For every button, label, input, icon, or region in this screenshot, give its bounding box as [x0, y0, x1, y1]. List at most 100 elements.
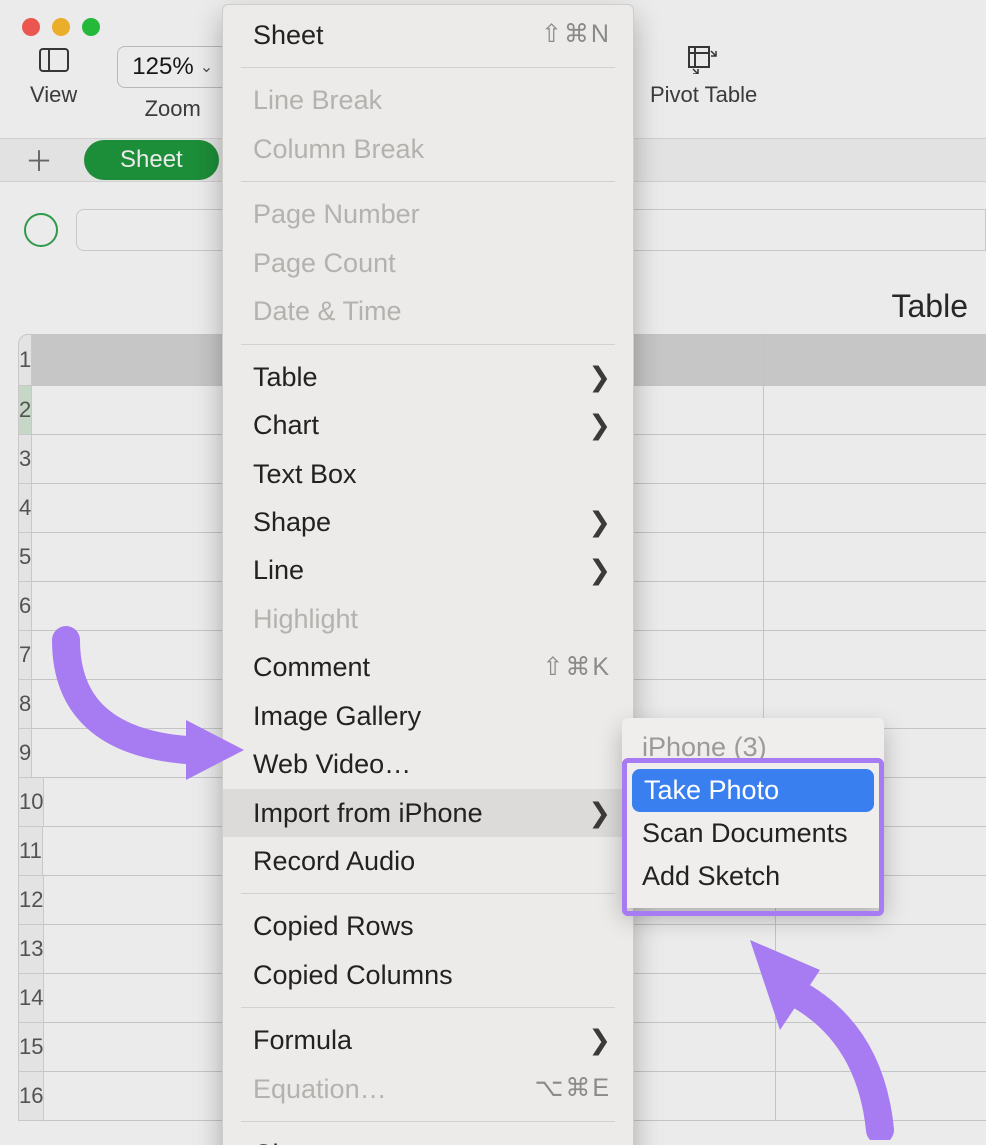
menu-separator — [241, 1007, 615, 1008]
view-icon — [38, 46, 70, 74]
row-header[interactable]: 2 — [18, 386, 32, 435]
menu-item-equation: Equation…⌥⌘E — [223, 1065, 633, 1113]
menu-item-label: Sheet — [253, 17, 324, 53]
row-header[interactable]: 1 — [18, 334, 32, 386]
menu-item-label: Copied Rows — [253, 908, 414, 944]
cell[interactable] — [764, 533, 986, 582]
menu-item-page-number: Page Number — [223, 190, 633, 238]
menu-item-label: Image Gallery — [253, 698, 421, 734]
menu-item-label: Choose… — [253, 1136, 373, 1145]
row-header[interactable]: 6 — [18, 582, 32, 631]
row-header[interactable]: 5 — [18, 533, 32, 582]
menu-item-label: Line — [253, 552, 304, 588]
menu-item-highlight: Highlight — [223, 595, 633, 643]
menu-item-line-break: Line Break — [223, 76, 633, 124]
menu-item-label: Copied Columns — [253, 957, 453, 993]
menu-item-chart[interactable]: Chart ❯ — [223, 401, 633, 449]
menu-item-sheet[interactable]: Sheet ⇧⌘N — [223, 11, 633, 59]
cell[interactable] — [776, 925, 986, 974]
cell[interactable] — [776, 1023, 986, 1072]
menu-item-line[interactable]: Line ❯ — [223, 546, 633, 594]
row-header[interactable]: 13 — [18, 925, 44, 974]
sheet-tab-label: Sheet — [120, 146, 183, 174]
zoom-value: 125% — [132, 53, 193, 81]
menu-item-label: Record Audio — [253, 843, 415, 879]
menu-item-column-break: Column Break — [223, 125, 633, 173]
row-header[interactable]: 3 — [18, 435, 32, 484]
row-header[interactable]: 12 — [18, 876, 44, 925]
submenu-item-add-sketch[interactable]: Add Sketch — [622, 855, 884, 898]
row-header[interactable]: 16 — [18, 1072, 44, 1121]
menu-item-copied-columns[interactable]: Copied Columns — [223, 951, 633, 999]
close-window-button[interactable] — [22, 18, 40, 36]
cell[interactable] — [764, 334, 986, 386]
menu-item-label: Table — [253, 359, 318, 395]
row-header[interactable]: 10 — [18, 778, 44, 827]
row-header[interactable]: 11 — [18, 827, 43, 876]
menu-item-text-box[interactable]: Text Box — [223, 450, 633, 498]
view-label: View — [30, 82, 77, 108]
row-header[interactable]: 7 — [18, 631, 32, 680]
zoom-window-button[interactable] — [82, 18, 100, 36]
chevron-right-icon: ❯ — [588, 552, 611, 588]
menu-item-shortcut: ⇧⌘K — [542, 651, 611, 685]
menu-item-label: Comment — [253, 649, 370, 685]
cell[interactable] — [776, 1072, 986, 1121]
menu-item-label: Formula — [253, 1022, 352, 1058]
minimize-window-button[interactable] — [52, 18, 70, 36]
import-from-iphone-submenu: iPhone (3)Take PhotoScan DocumentsAdd Sk… — [622, 718, 884, 908]
menu-item-date-time: Date & Time — [223, 287, 633, 335]
view-tool[interactable]: View — [30, 46, 77, 108]
menu-separator — [241, 893, 615, 894]
menu-item-image-gallery[interactable]: Image Gallery — [223, 692, 633, 740]
menu-item-label: Date & Time — [253, 293, 402, 329]
cell[interactable] — [776, 974, 986, 1023]
insert-menu: Sheet ⇧⌘N Line Break Column Break Page Numbe… — [222, 4, 634, 1145]
menu-separator — [241, 67, 615, 68]
menu-item-shortcut: ⇧⌘N — [541, 18, 611, 52]
menu-item-table[interactable]: Table ❯ — [223, 353, 633, 401]
row-header[interactable]: 8 — [18, 680, 32, 729]
menu-item-shape[interactable]: Shape ❯ — [223, 498, 633, 546]
submenu-item-scan-documents[interactable]: Scan Documents — [622, 812, 884, 855]
chevron-right-icon: ❯ — [588, 359, 611, 395]
table-title: Table — [892, 288, 969, 325]
row-header[interactable]: 4 — [18, 484, 32, 533]
menu-separator — [241, 344, 615, 345]
row-header[interactable]: 9 — [18, 729, 32, 778]
menu-item-label: Column Break — [253, 131, 424, 167]
menu-item-import-from-iphone[interactable]: Import from iPhone❯ — [223, 789, 633, 837]
menu-item-label: Text Box — [253, 456, 357, 492]
menu-item-label: Import from iPhone — [253, 795, 483, 831]
chevron-down-icon: ⌄ — [200, 57, 213, 77]
menu-item-copied-rows[interactable]: Copied Rows — [223, 902, 633, 950]
menu-item-label: Page Number — [253, 196, 420, 232]
zoom-select[interactable]: 125% ⌄ — [117, 46, 228, 88]
table-selector-button[interactable] — [24, 213, 58, 247]
menu-item-label: Line Break — [253, 82, 382, 118]
chevron-right-icon: ❯ — [588, 407, 611, 443]
cell[interactable] — [764, 582, 986, 631]
menu-item-web-video[interactable]: Web Video… — [223, 740, 633, 788]
menu-item-record-audio[interactable]: Record Audio — [223, 837, 633, 885]
cell[interactable] — [764, 435, 986, 484]
menu-item-page-count: Page Count — [223, 239, 633, 287]
row-header[interactable]: 15 — [18, 1023, 44, 1072]
chevron-right-icon: ❯ — [588, 1022, 611, 1058]
submenu-item-take-photo[interactable]: Take Photo — [632, 769, 874, 812]
cell[interactable] — [764, 386, 986, 435]
row-header[interactable]: 14 — [18, 974, 44, 1023]
sheet-tab[interactable]: Sheet — [84, 140, 219, 180]
menu-separator — [241, 1121, 615, 1122]
chevron-right-icon: ❯ — [588, 504, 611, 540]
menu-item-comment[interactable]: Comment ⇧⌘K — [223, 643, 633, 691]
window-traffic-lights — [22, 18, 100, 36]
cell[interactable] — [764, 484, 986, 533]
cell[interactable] — [764, 631, 986, 680]
menu-item-label: Chart — [253, 407, 319, 443]
menu-item-label: Shape — [253, 504, 331, 540]
add-sheet-button[interactable]: ＋ — [0, 140, 78, 180]
menu-item-formula[interactable]: Formula ❯ — [223, 1016, 633, 1064]
menu-item-label: Page Count — [253, 245, 396, 281]
menu-item-choose[interactable]: Choose… — [223, 1130, 633, 1145]
